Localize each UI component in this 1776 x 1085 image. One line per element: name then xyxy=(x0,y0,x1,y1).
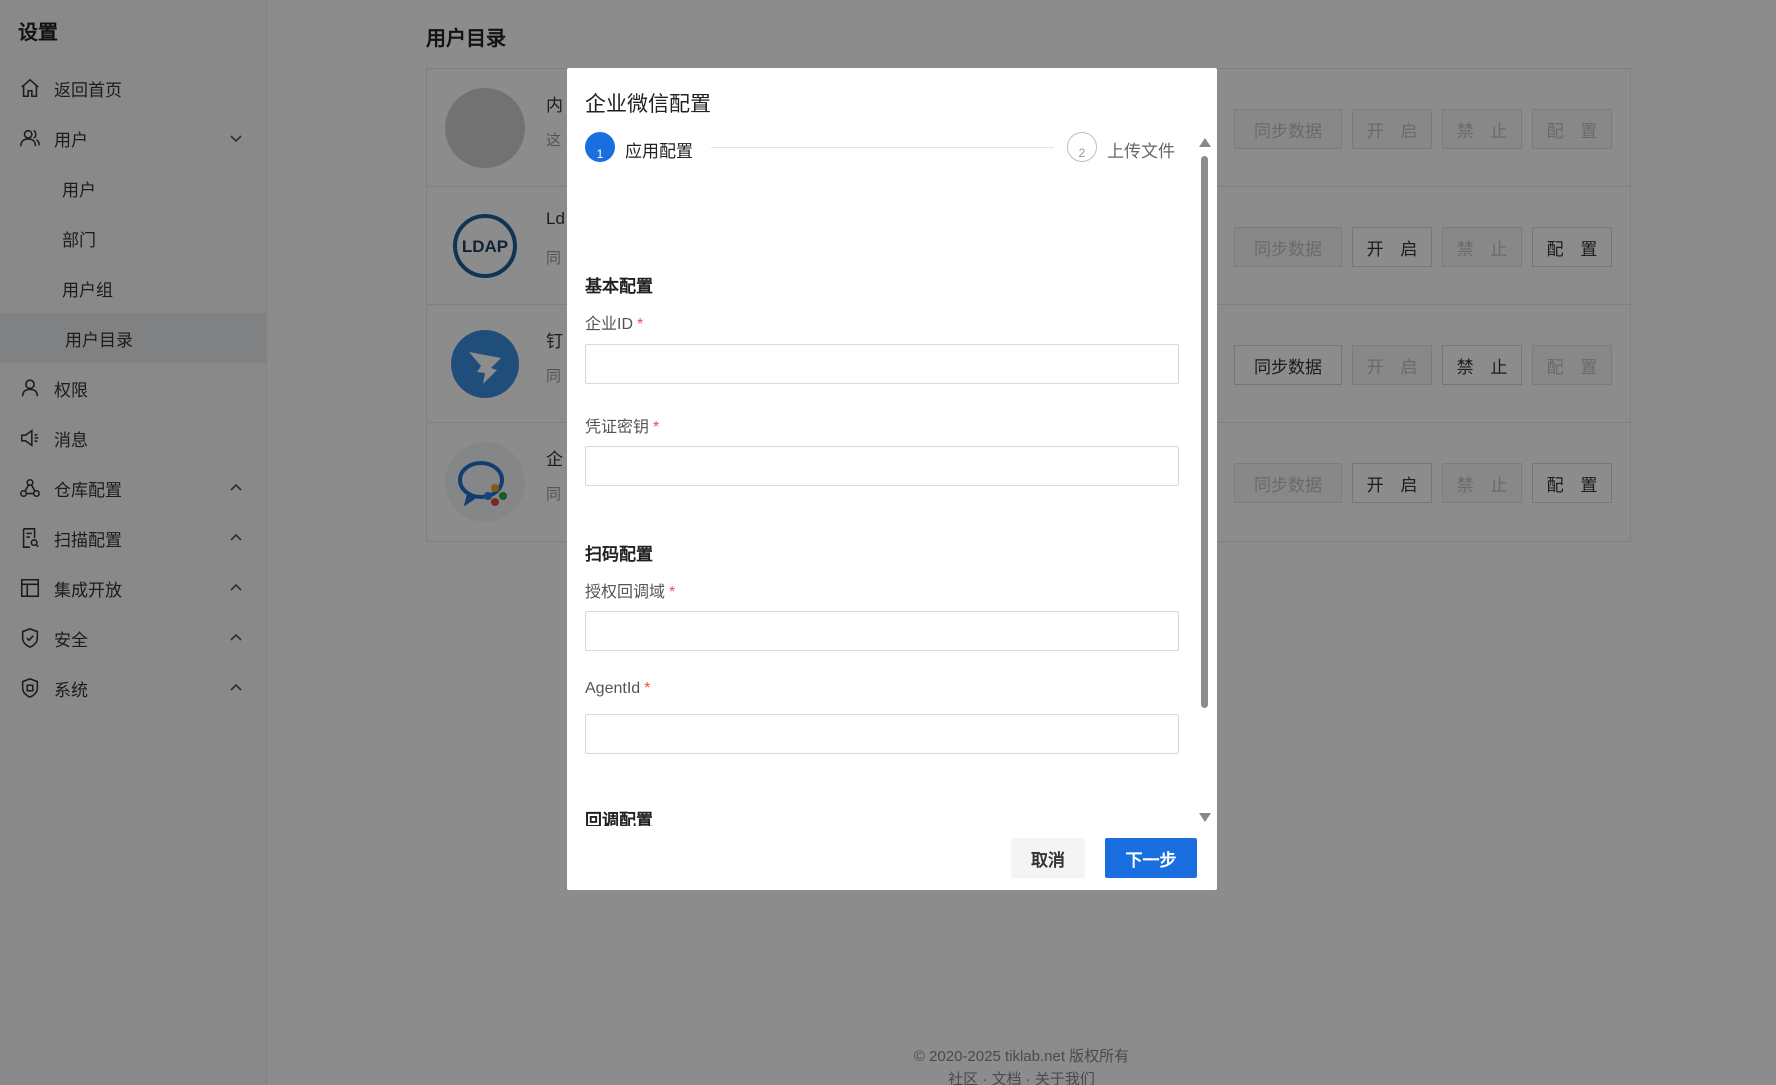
section-basic-config: 基本配置 xyxy=(585,277,653,296)
section-callback-config: 回调配置 xyxy=(585,811,653,826)
wecom-config-modal: 企业微信配置 1 应用配置 2 上传文件 基本配置 企业ID * 凭证密钥 * 扫码… xyxy=(567,68,1217,890)
scroll-up-arrow-icon[interactable] xyxy=(1199,138,1211,147)
modal-footer: 取消 下一步 xyxy=(1011,838,1197,878)
step-2-indicator: 2 xyxy=(1067,132,1097,162)
required-mark: * xyxy=(644,680,651,697)
cancel-button[interactable]: 取消 xyxy=(1011,838,1085,878)
agent-id-label: AgentId * xyxy=(585,680,650,698)
required-mark: * xyxy=(637,316,644,333)
redirect-domain-input[interactable] xyxy=(585,611,1179,651)
step-1-indicator: 1 xyxy=(585,132,615,162)
required-mark: * xyxy=(669,584,676,601)
secret-input[interactable] xyxy=(585,446,1179,486)
secret-label: 凭证密钥 * xyxy=(585,413,659,437)
scroll-thumb[interactable] xyxy=(1201,156,1208,708)
steps: 1 应用配置 2 上传文件 xyxy=(585,132,1180,164)
required-mark: * xyxy=(653,419,660,436)
corp-id-label-text: 企业ID xyxy=(585,316,634,333)
section-scan-config: 扫码配置 xyxy=(585,545,653,564)
scroll-down-arrow-icon[interactable] xyxy=(1199,813,1211,822)
modal-form: 基本配置 企业ID * 凭证密钥 * 扫码配置 授权回调域 * AgentId * 回调… xyxy=(567,180,1217,826)
step-2-label: 上传文件 xyxy=(1107,142,1175,161)
next-step-button[interactable]: 下一步 xyxy=(1105,838,1197,878)
redirect-domain-label-text: 授权回调域 xyxy=(585,584,666,601)
corp-id-label: 企业ID * xyxy=(585,310,643,334)
modal-scrollbar[interactable] xyxy=(1197,68,1211,828)
corp-id-input[interactable] xyxy=(585,344,1179,384)
modal-title: 企业微信配置 xyxy=(585,93,711,116)
secret-label-text: 凭证密钥 xyxy=(585,419,650,436)
redirect-domain-label: 授权回调域 * xyxy=(585,578,675,602)
agent-id-input[interactable] xyxy=(585,714,1179,754)
step-connector xyxy=(711,147,1054,148)
agent-id-label-text: AgentId xyxy=(585,680,641,697)
step-1-label: 应用配置 xyxy=(625,142,693,161)
